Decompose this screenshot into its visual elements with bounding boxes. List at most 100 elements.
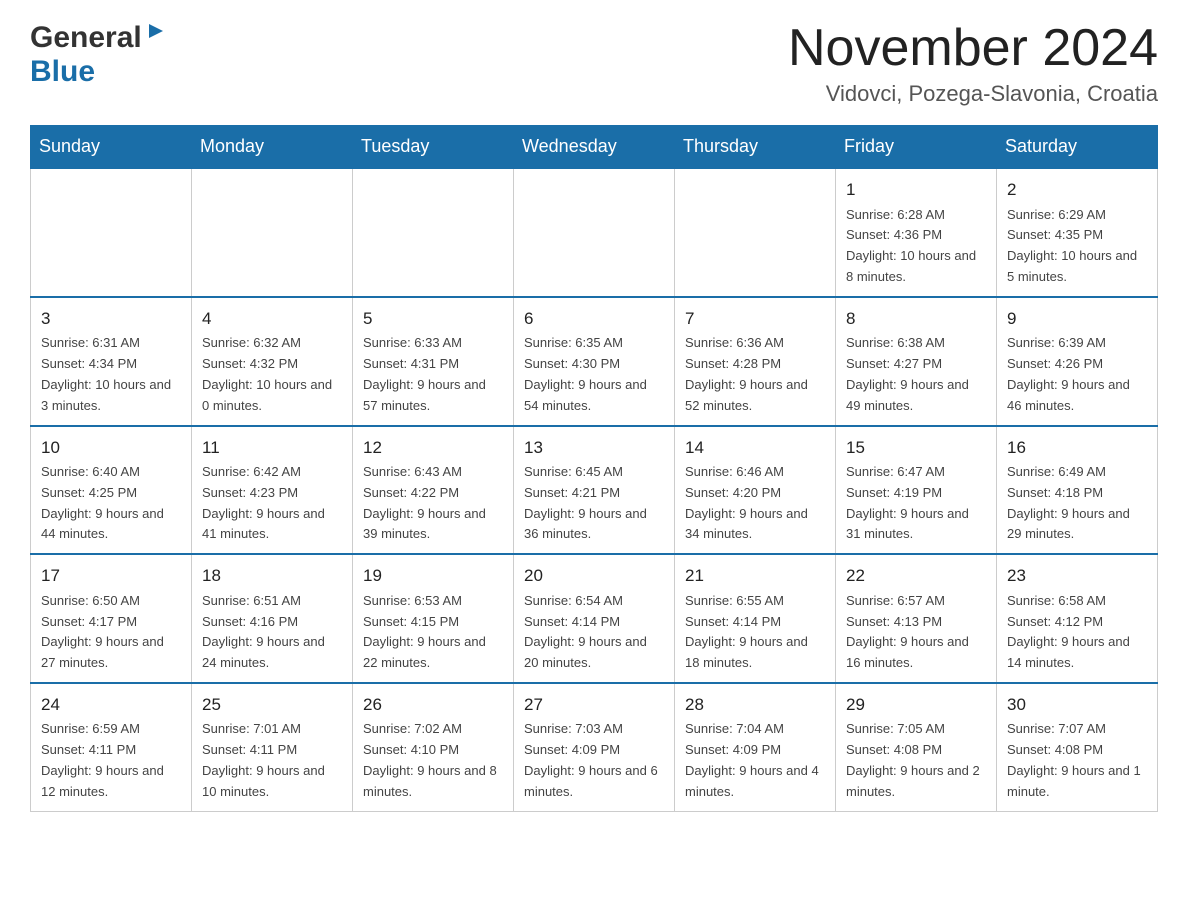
day-number: 28 — [685, 692, 825, 718]
day-number: 16 — [1007, 435, 1147, 461]
day-cell: 30Sunrise: 7:07 AM Sunset: 4:08 PM Dayli… — [997, 683, 1158, 811]
day-cell: 27Sunrise: 7:03 AM Sunset: 4:09 PM Dayli… — [514, 683, 675, 811]
day-cell: 12Sunrise: 6:43 AM Sunset: 4:22 PM Dayli… — [353, 426, 514, 555]
day-info: Sunrise: 6:53 AM Sunset: 4:15 PM Dayligh… — [363, 591, 503, 674]
day-cell: 22Sunrise: 6:57 AM Sunset: 4:13 PM Dayli… — [836, 554, 997, 683]
day-cell: 28Sunrise: 7:04 AM Sunset: 4:09 PM Dayli… — [675, 683, 836, 811]
day-number: 6 — [524, 306, 664, 332]
day-cell — [353, 168, 514, 297]
day-number: 21 — [685, 563, 825, 589]
day-number: 3 — [41, 306, 181, 332]
week-row-3: 10Sunrise: 6:40 AM Sunset: 4:25 PM Dayli… — [31, 426, 1158, 555]
column-header-thursday: Thursday — [675, 126, 836, 169]
day-cell: 25Sunrise: 7:01 AM Sunset: 4:11 PM Dayli… — [192, 683, 353, 811]
calendar-table: SundayMondayTuesdayWednesdayThursdayFrid… — [30, 125, 1158, 811]
column-header-saturday: Saturday — [997, 126, 1158, 169]
day-number: 24 — [41, 692, 181, 718]
day-info: Sunrise: 6:38 AM Sunset: 4:27 PM Dayligh… — [846, 333, 986, 416]
day-info: Sunrise: 6:43 AM Sunset: 4:22 PM Dayligh… — [363, 462, 503, 545]
day-info: Sunrise: 7:04 AM Sunset: 4:09 PM Dayligh… — [685, 719, 825, 802]
day-number: 10 — [41, 435, 181, 461]
day-number: 7 — [685, 306, 825, 332]
day-cell: 29Sunrise: 7:05 AM Sunset: 4:08 PM Dayli… — [836, 683, 997, 811]
day-number: 11 — [202, 435, 342, 461]
day-cell: 10Sunrise: 6:40 AM Sunset: 4:25 PM Dayli… — [31, 426, 192, 555]
week-row-5: 24Sunrise: 6:59 AM Sunset: 4:11 PM Dayli… — [31, 683, 1158, 811]
day-info: Sunrise: 7:02 AM Sunset: 4:10 PM Dayligh… — [363, 719, 503, 802]
day-info: Sunrise: 7:05 AM Sunset: 4:08 PM Dayligh… — [846, 719, 986, 802]
day-number: 9 — [1007, 306, 1147, 332]
week-row-2: 3Sunrise: 6:31 AM Sunset: 4:34 PM Daylig… — [31, 297, 1158, 426]
day-cell: 23Sunrise: 6:58 AM Sunset: 4:12 PM Dayli… — [997, 554, 1158, 683]
day-info: Sunrise: 6:58 AM Sunset: 4:12 PM Dayligh… — [1007, 591, 1147, 674]
column-header-wednesday: Wednesday — [514, 126, 675, 169]
day-info: Sunrise: 6:50 AM Sunset: 4:17 PM Dayligh… — [41, 591, 181, 674]
day-info: Sunrise: 6:31 AM Sunset: 4:34 PM Dayligh… — [41, 333, 181, 416]
day-number: 25 — [202, 692, 342, 718]
day-info: Sunrise: 6:32 AM Sunset: 4:32 PM Dayligh… — [202, 333, 342, 416]
day-cell: 2Sunrise: 6:29 AM Sunset: 4:35 PM Daylig… — [997, 168, 1158, 297]
column-header-monday: Monday — [192, 126, 353, 169]
day-cell: 14Sunrise: 6:46 AM Sunset: 4:20 PM Dayli… — [675, 426, 836, 555]
day-number: 23 — [1007, 563, 1147, 589]
day-number: 15 — [846, 435, 986, 461]
day-info: Sunrise: 6:29 AM Sunset: 4:35 PM Dayligh… — [1007, 205, 1147, 288]
day-info: Sunrise: 6:28 AM Sunset: 4:36 PM Dayligh… — [846, 205, 986, 288]
day-number: 30 — [1007, 692, 1147, 718]
day-cell: 15Sunrise: 6:47 AM Sunset: 4:19 PM Dayli… — [836, 426, 997, 555]
day-cell — [31, 168, 192, 297]
day-cell: 1Sunrise: 6:28 AM Sunset: 4:36 PM Daylig… — [836, 168, 997, 297]
day-info: Sunrise: 7:03 AM Sunset: 4:09 PM Dayligh… — [524, 719, 664, 802]
day-info: Sunrise: 6:47 AM Sunset: 4:19 PM Dayligh… — [846, 462, 986, 545]
day-info: Sunrise: 6:55 AM Sunset: 4:14 PM Dayligh… — [685, 591, 825, 674]
day-info: Sunrise: 6:33 AM Sunset: 4:31 PM Dayligh… — [363, 333, 503, 416]
day-number: 17 — [41, 563, 181, 589]
week-row-4: 17Sunrise: 6:50 AM Sunset: 4:17 PM Dayli… — [31, 554, 1158, 683]
title-area: November 2024 Vidovci, Pozega-Slavonia, … — [788, 20, 1158, 107]
day-cell: 11Sunrise: 6:42 AM Sunset: 4:23 PM Dayli… — [192, 426, 353, 555]
day-number: 29 — [846, 692, 986, 718]
day-info: Sunrise: 6:54 AM Sunset: 4:14 PM Dayligh… — [524, 591, 664, 674]
day-number: 19 — [363, 563, 503, 589]
day-cell: 21Sunrise: 6:55 AM Sunset: 4:14 PM Dayli… — [675, 554, 836, 683]
day-cell: 8Sunrise: 6:38 AM Sunset: 4:27 PM Daylig… — [836, 297, 997, 426]
day-info: Sunrise: 6:49 AM Sunset: 4:18 PM Dayligh… — [1007, 462, 1147, 545]
day-number: 12 — [363, 435, 503, 461]
day-number: 27 — [524, 692, 664, 718]
logo-general-text: General — [30, 21, 142, 55]
column-header-tuesday: Tuesday — [353, 126, 514, 169]
page-header: General Blue November 2024 Vidovci, Poze… — [30, 20, 1158, 107]
day-info: Sunrise: 6:36 AM Sunset: 4:28 PM Dayligh… — [685, 333, 825, 416]
day-cell: 3Sunrise: 6:31 AM Sunset: 4:34 PM Daylig… — [31, 297, 192, 426]
day-cell: 6Sunrise: 6:35 AM Sunset: 4:30 PM Daylig… — [514, 297, 675, 426]
day-cell: 5Sunrise: 6:33 AM Sunset: 4:31 PM Daylig… — [353, 297, 514, 426]
logo-arrow-icon — [145, 20, 167, 47]
day-number: 20 — [524, 563, 664, 589]
day-info: Sunrise: 6:40 AM Sunset: 4:25 PM Dayligh… — [41, 462, 181, 545]
day-cell: 7Sunrise: 6:36 AM Sunset: 4:28 PM Daylig… — [675, 297, 836, 426]
day-cell: 26Sunrise: 7:02 AM Sunset: 4:10 PM Dayli… — [353, 683, 514, 811]
day-info: Sunrise: 6:46 AM Sunset: 4:20 PM Dayligh… — [685, 462, 825, 545]
day-cell: 17Sunrise: 6:50 AM Sunset: 4:17 PM Dayli… — [31, 554, 192, 683]
day-cell — [192, 168, 353, 297]
day-info: Sunrise: 7:01 AM Sunset: 4:11 PM Dayligh… — [202, 719, 342, 802]
day-info: Sunrise: 6:59 AM Sunset: 4:11 PM Dayligh… — [41, 719, 181, 802]
day-cell: 24Sunrise: 6:59 AM Sunset: 4:11 PM Dayli… — [31, 683, 192, 811]
day-info: Sunrise: 7:07 AM Sunset: 4:08 PM Dayligh… — [1007, 719, 1147, 802]
day-number: 1 — [846, 177, 986, 203]
day-info: Sunrise: 6:39 AM Sunset: 4:26 PM Dayligh… — [1007, 333, 1147, 416]
day-cell: 13Sunrise: 6:45 AM Sunset: 4:21 PM Dayli… — [514, 426, 675, 555]
week-row-1: 1Sunrise: 6:28 AM Sunset: 4:36 PM Daylig… — [31, 168, 1158, 297]
day-info: Sunrise: 6:51 AM Sunset: 4:16 PM Dayligh… — [202, 591, 342, 674]
location-subtitle: Vidovci, Pozega-Slavonia, Croatia — [788, 81, 1158, 107]
day-cell: 9Sunrise: 6:39 AM Sunset: 4:26 PM Daylig… — [997, 297, 1158, 426]
day-number: 22 — [846, 563, 986, 589]
month-year-title: November 2024 — [788, 20, 1158, 77]
day-cell — [514, 168, 675, 297]
calendar-header-row: SundayMondayTuesdayWednesdayThursdayFrid… — [31, 126, 1158, 169]
day-cell: 16Sunrise: 6:49 AM Sunset: 4:18 PM Dayli… — [997, 426, 1158, 555]
day-info: Sunrise: 6:57 AM Sunset: 4:13 PM Dayligh… — [846, 591, 986, 674]
day-number: 18 — [202, 563, 342, 589]
day-cell: 4Sunrise: 6:32 AM Sunset: 4:32 PM Daylig… — [192, 297, 353, 426]
day-cell: 19Sunrise: 6:53 AM Sunset: 4:15 PM Dayli… — [353, 554, 514, 683]
